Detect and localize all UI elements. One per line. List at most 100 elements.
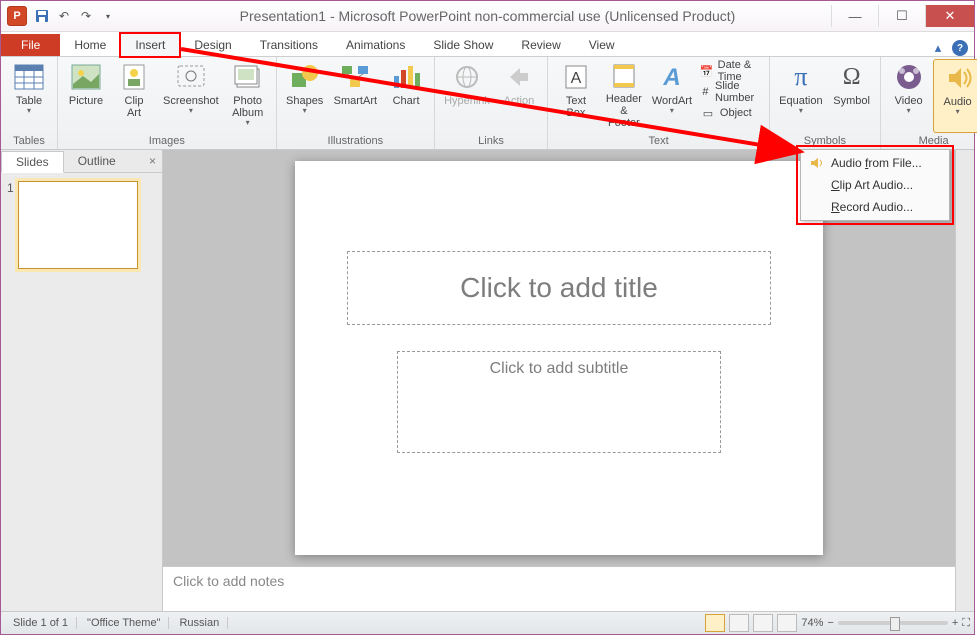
chevron-down-icon: ▾ bbox=[189, 107, 193, 115]
picture-icon bbox=[70, 61, 102, 93]
undo-icon[interactable]: ↶ bbox=[55, 7, 73, 25]
shapes-button[interactable]: Shapes▾ bbox=[281, 59, 329, 131]
tab-insert[interactable]: Insert bbox=[120, 33, 180, 57]
picture-button[interactable]: Picture bbox=[62, 59, 110, 131]
symbol-button[interactable]: ΩSymbol bbox=[828, 59, 876, 131]
hyperlink-button: Hyperlink bbox=[439, 59, 495, 131]
slide-thumbnail-1[interactable]: 1 bbox=[7, 181, 156, 269]
headerfooter-icon bbox=[608, 61, 640, 91]
object-icon: ▭ bbox=[700, 105, 716, 121]
vertical-scrollbar[interactable] bbox=[955, 150, 974, 611]
ribbon-minimize-icon[interactable]: ▴ bbox=[930, 40, 946, 56]
tab-design[interactable]: Design bbox=[180, 34, 245, 56]
status-theme: "Office Theme" bbox=[79, 617, 169, 629]
save-icon[interactable] bbox=[33, 7, 51, 25]
window-controls: — ☐ ✕ bbox=[831, 5, 974, 27]
shapes-icon bbox=[289, 61, 321, 93]
minimize-button[interactable]: — bbox=[831, 5, 878, 27]
screenshot-button[interactable]: Screenshot▾ bbox=[158, 59, 224, 131]
tab-slideshow[interactable]: Slide Show bbox=[419, 34, 507, 56]
sorter-view-button[interactable] bbox=[729, 614, 749, 632]
maximize-button[interactable]: ☐ bbox=[878, 5, 925, 27]
app-icon: P bbox=[7, 6, 27, 26]
notes-pane[interactable]: Click to add notes bbox=[163, 566, 955, 611]
status-slide: Slide 1 of 1 bbox=[5, 617, 77, 629]
datetime-icon: 📅 bbox=[700, 63, 714, 79]
tab-transitions[interactable]: Transitions bbox=[246, 34, 332, 56]
audio-button[interactable]: Audio▾ bbox=[933, 59, 977, 133]
audio-from-file-item[interactable]: Audio from File... bbox=[803, 152, 947, 174]
group-label-illustrations: Illustrations bbox=[281, 134, 430, 149]
group-label-media: Media bbox=[885, 134, 977, 149]
zoom-out-button[interactable]: − bbox=[827, 617, 833, 629]
clip-art-audio-item[interactable]: Clip Art Audio... bbox=[803, 174, 947, 196]
title-placeholder[interactable]: Click to add title bbox=[347, 251, 771, 325]
ribbon: Table▾ Tables Picture Clip Art Screensho… bbox=[1, 57, 974, 150]
chart-button[interactable]: Chart bbox=[382, 59, 430, 131]
fit-to-window-button[interactable]: ⛶ bbox=[962, 617, 970, 630]
slides-tab[interactable]: Slides bbox=[1, 151, 64, 173]
close-button[interactable]: ✕ bbox=[925, 5, 974, 27]
group-text: AText Box Header & Footer AWordArt▾ 📅Dat… bbox=[548, 57, 770, 149]
qat-customize-icon[interactable]: ▾ bbox=[99, 7, 117, 25]
action-button: Action bbox=[495, 59, 543, 131]
text-small-items: 📅Date & Time #Slide Number ▭Object bbox=[696, 59, 765, 125]
tab-view[interactable]: View bbox=[575, 34, 629, 56]
speaker-icon bbox=[809, 155, 825, 171]
subtitle-placeholder[interactable]: Click to add subtitle bbox=[397, 351, 721, 453]
tab-home[interactable]: Home bbox=[60, 34, 120, 56]
symbol-icon: Ω bbox=[836, 61, 868, 93]
object-button[interactable]: ▭Object bbox=[700, 103, 761, 123]
table-button[interactable]: Table▾ bbox=[5, 59, 53, 131]
record-audio-item[interactable]: Record Audio... bbox=[803, 196, 947, 218]
svg-text:A: A bbox=[662, 64, 680, 91]
normal-view-button[interactable] bbox=[705, 614, 725, 632]
chevron-down-icon: ▾ bbox=[27, 107, 31, 115]
wordart-button[interactable]: AWordArt▾ bbox=[648, 59, 696, 131]
headerfooter-button[interactable]: Header & Footer bbox=[600, 59, 648, 131]
slidenumber-button[interactable]: #Slide Number bbox=[700, 82, 761, 102]
video-icon bbox=[893, 61, 925, 93]
quick-access-toolbar: ↶ ↷ ▾ bbox=[33, 7, 117, 25]
group-label-images: Images bbox=[62, 134, 272, 149]
clipart-icon bbox=[118, 61, 150, 93]
smartart-icon bbox=[339, 61, 371, 93]
help-area: ▴ ? bbox=[930, 40, 974, 56]
group-illustrations: Shapes▾ SmartArt Chart Illustrations bbox=[277, 57, 435, 149]
slides-pane-tabs: Slides Outline × bbox=[1, 150, 162, 173]
chevron-down-icon: ▾ bbox=[907, 107, 911, 115]
group-symbols: πEquation▾ ΩSymbol Symbols bbox=[770, 57, 880, 149]
dd-label: Record Audio... bbox=[831, 200, 913, 214]
outline-tab[interactable]: Outline bbox=[64, 151, 130, 171]
zoom-slider[interactable] bbox=[838, 621, 948, 625]
group-label-symbols: Symbols bbox=[774, 134, 875, 149]
photoalbum-button[interactable]: Photo Album▾ bbox=[224, 59, 272, 131]
datetime-button[interactable]: 📅Date & Time bbox=[700, 61, 761, 81]
video-button[interactable]: Video▾ bbox=[885, 59, 933, 131]
slideshow-view-button[interactable] bbox=[777, 614, 797, 632]
pane-close-icon[interactable]: × bbox=[143, 154, 162, 168]
equation-button[interactable]: πEquation▾ bbox=[774, 59, 827, 131]
help-icon[interactable]: ? bbox=[952, 40, 968, 56]
zoom-in-button[interactable]: + bbox=[952, 617, 958, 629]
thumb-preview bbox=[18, 181, 138, 269]
status-language[interactable]: Russian bbox=[171, 617, 228, 629]
group-label-text: Text bbox=[552, 134, 765, 149]
tab-animations[interactable]: Animations bbox=[332, 34, 419, 56]
reading-view-button[interactable] bbox=[753, 614, 773, 632]
status-zoom: 74% bbox=[801, 617, 823, 629]
smartart-button[interactable]: SmartArt bbox=[329, 59, 382, 131]
group-label-tables: Tables bbox=[5, 134, 53, 149]
tab-review[interactable]: Review bbox=[507, 34, 574, 56]
redo-icon[interactable]: ↷ bbox=[77, 7, 95, 25]
dd-label: Audio from File... bbox=[831, 156, 922, 170]
slide: Click to add title Click to add subtitle bbox=[295, 161, 823, 555]
zoom-thumb[interactable] bbox=[890, 617, 900, 631]
chart-icon bbox=[390, 61, 422, 93]
table-icon bbox=[13, 61, 45, 93]
textbox-button[interactable]: AText Box bbox=[552, 59, 600, 131]
tab-file[interactable]: File bbox=[1, 34, 60, 56]
chevron-down-icon: ▾ bbox=[799, 107, 803, 115]
action-icon bbox=[503, 61, 535, 93]
clipart-button[interactable]: Clip Art bbox=[110, 59, 158, 131]
